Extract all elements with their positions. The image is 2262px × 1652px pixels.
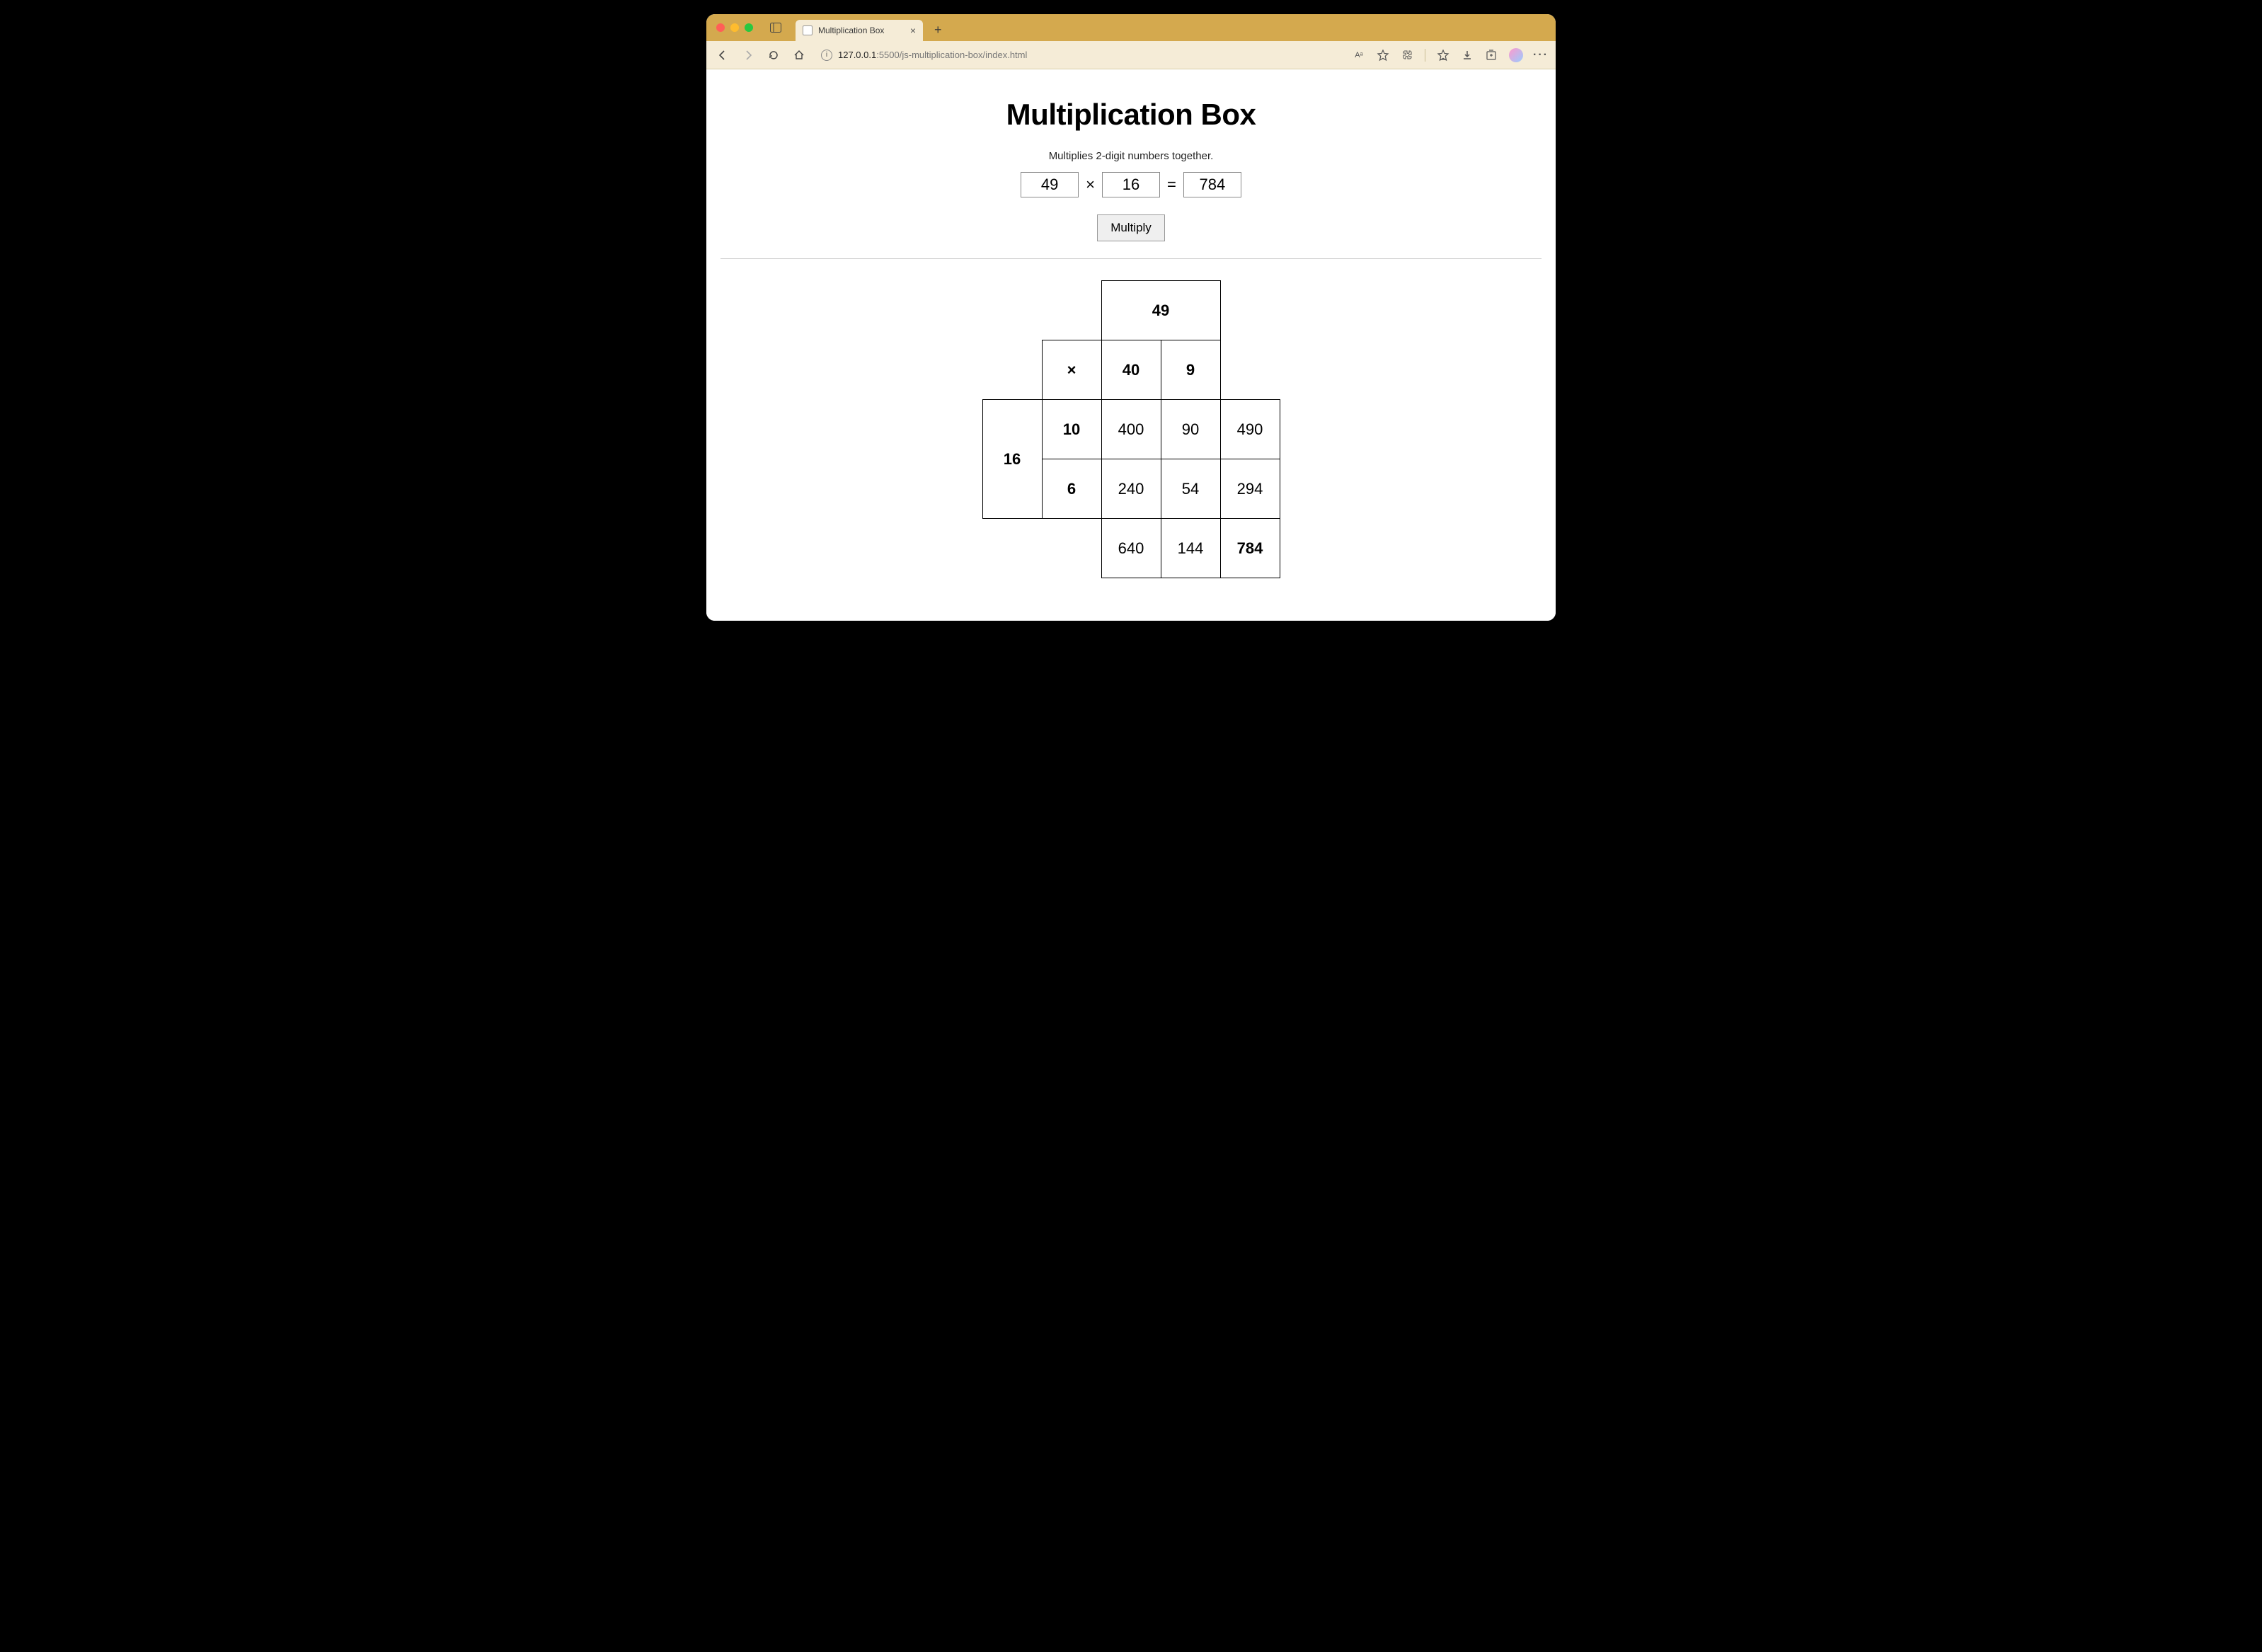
divider <box>720 258 1542 259</box>
url-port: :5500 <box>876 50 900 60</box>
refresh-button[interactable] <box>766 47 781 63</box>
tab-title: Multiplication Box <box>818 25 905 35</box>
url-path: /js-multiplication-box/index.html <box>900 50 1028 60</box>
col2-sum: 144 <box>1161 519 1220 578</box>
multiplication-grid: 49 × 40 9 16 10 400 90 490 <box>720 280 1542 578</box>
url-field[interactable]: i 127.0.0.1:5500/js-multiplication-box/i… <box>817 50 1343 61</box>
new-tab-button[interactable]: + <box>934 23 942 38</box>
result-output[interactable] <box>1183 172 1241 197</box>
url-host: 127.0.0.1 <box>838 50 876 60</box>
back-button[interactable] <box>715 47 730 63</box>
browser-window: Multiplication Box × + i 127.0.0.1:5500/… <box>706 14 1556 621</box>
subtitle: Multiplies 2-digit numbers together. <box>720 150 1542 162</box>
downloads-icon[interactable] <box>1461 49 1474 62</box>
forward-button[interactable] <box>740 47 756 63</box>
multiply-button[interactable]: Multiply <box>1097 214 1165 241</box>
row1-sum: 490 <box>1220 400 1280 459</box>
window-controls <box>716 23 753 32</box>
row-ones: 6 <box>1042 459 1101 519</box>
close-window-button[interactable] <box>716 23 725 32</box>
profile-avatar[interactable] <box>1509 48 1523 62</box>
cell-ones-ones: 54 <box>1161 459 1220 519</box>
favorites-bar-icon[interactable] <box>1437 49 1449 62</box>
page-title: Multiplication Box <box>720 98 1542 132</box>
operand-b-input[interactable] <box>1102 172 1160 197</box>
close-tab-icon[interactable]: × <box>910 25 916 36</box>
page-content: Multiplication Box Multiplies 2-digit nu… <box>706 69 1556 621</box>
collections-icon[interactable] <box>1485 49 1498 62</box>
col-tens: 40 <box>1101 340 1161 400</box>
site-info-icon[interactable]: i <box>821 50 832 61</box>
minimize-window-button[interactable] <box>730 23 739 32</box>
operand-a-input[interactable] <box>1021 172 1079 197</box>
calculator-row: × = <box>720 172 1542 197</box>
equals-symbol: = <box>1167 176 1176 194</box>
favorite-icon[interactable] <box>1377 49 1389 62</box>
extensions-icon[interactable] <box>1401 49 1413 62</box>
page-icon <box>803 25 813 35</box>
cell-ones-tens: 240 <box>1101 459 1161 519</box>
address-bar: i 127.0.0.1:5500/js-multiplication-box/i… <box>706 41 1556 69</box>
titlebar: Multiplication Box × + <box>706 14 1556 41</box>
maximize-window-button[interactable] <box>745 23 753 32</box>
more-icon[interactable]: ··· <box>1534 49 1547 62</box>
grand-total: 784 <box>1220 519 1280 578</box>
cell-tens-tens: 400 <box>1101 400 1161 459</box>
left-operand: 16 <box>982 400 1042 519</box>
home-button[interactable] <box>791 47 807 63</box>
cell-tens-ones: 90 <box>1161 400 1220 459</box>
mult-table: 49 × 40 9 16 10 400 90 490 <box>982 280 1280 578</box>
top-operand: 49 <box>1101 281 1220 340</box>
read-aloud-icon[interactable]: Aᵃ <box>1353 49 1365 62</box>
row2-sum: 294 <box>1220 459 1280 519</box>
times-cell: × <box>1042 340 1101 400</box>
browser-tab[interactable]: Multiplication Box × <box>796 20 923 41</box>
row-tens: 10 <box>1042 400 1101 459</box>
tab-actions-icon[interactable] <box>769 21 783 35</box>
times-symbol: × <box>1086 176 1095 194</box>
toolbar-right: Aᵃ ··· <box>1353 48 1547 62</box>
col1-sum: 640 <box>1101 519 1161 578</box>
col-ones: 9 <box>1161 340 1220 400</box>
